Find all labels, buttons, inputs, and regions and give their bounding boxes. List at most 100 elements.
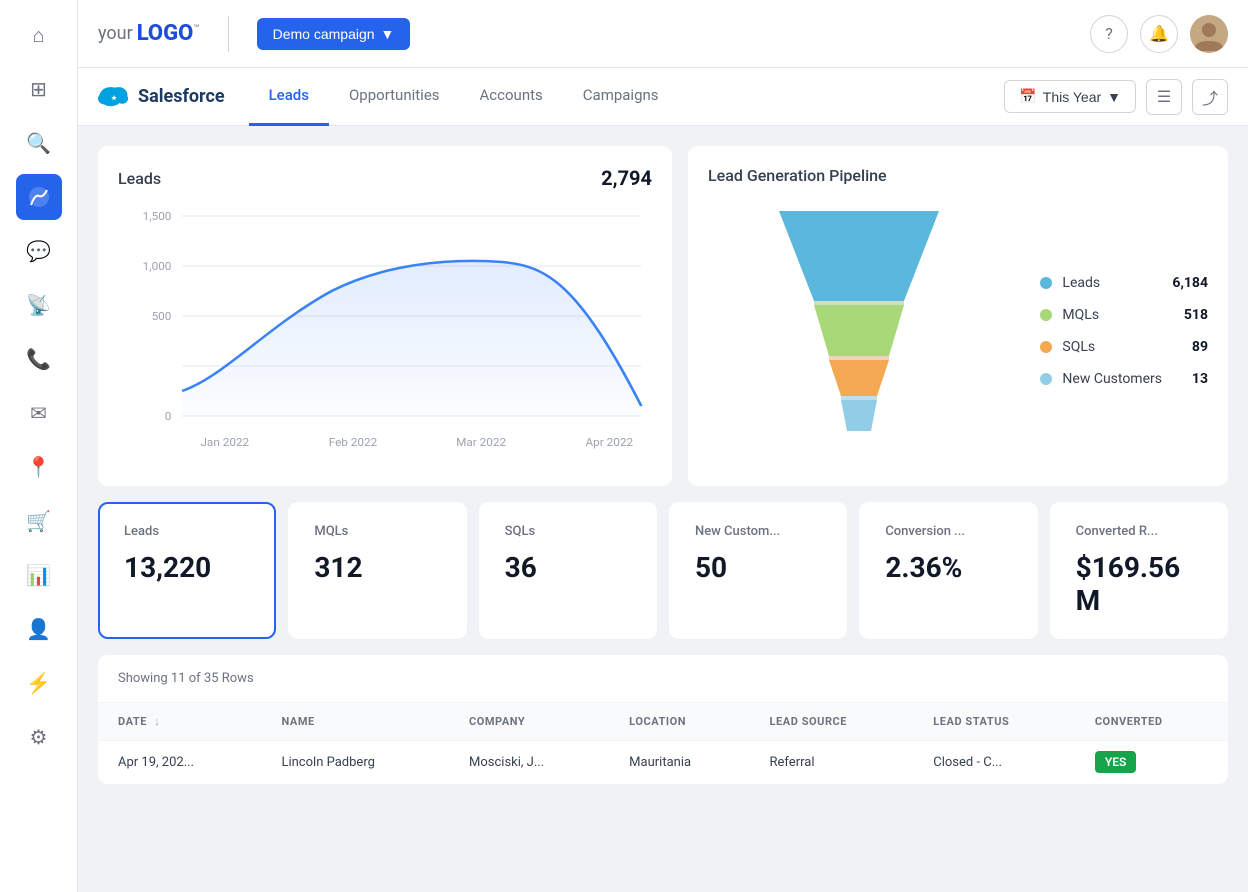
legend-label-mqls: MQLs	[1062, 307, 1173, 323]
stat-card-conversion[interactable]: Conversion ... 2.36%	[859, 502, 1037, 639]
help-icon: ?	[1105, 24, 1113, 43]
svg-text:500: 500	[152, 309, 172, 323]
col-date: DATE ↓	[98, 703, 265, 741]
this-year-button[interactable]: 📅 This Year ▼	[1004, 80, 1136, 113]
col-company: COMPANY	[453, 703, 613, 741]
sidebar-item-plugins[interactable]: ⚡	[16, 660, 62, 706]
sidebar-item-reports[interactable]: 📊	[16, 552, 62, 598]
nav-tabs: ★ Salesforce Leads Opportunities Account…	[78, 68, 1248, 126]
sidebar-item-calls[interactable]: 📞	[16, 336, 62, 382]
svg-text:Jan 2022: Jan 2022	[200, 435, 249, 449]
legend-value-leads: 6,184	[1172, 275, 1208, 291]
stat-label-sqls: SQLs	[505, 524, 631, 539]
legend-label-leads: Leads	[1062, 275, 1162, 291]
stat-value-conversion: 2.36%	[885, 551, 1011, 584]
svg-text:1,000: 1,000	[143, 259, 172, 273]
stat-value-converted-revenue: $169.56 M	[1076, 551, 1202, 617]
salesforce-name: Salesforce	[138, 86, 225, 107]
topbar-divider	[228, 16, 229, 52]
pipeline-card: Lead Generation Pipeline	[688, 146, 1228, 486]
stat-label-conversion: Conversion ...	[885, 524, 1011, 539]
stat-card-converted-revenue[interactable]: Converted R... $169.56 M	[1050, 502, 1228, 639]
leads-table: DATE ↓ NAME COMPANY LOCATION LEAD SOURCE…	[98, 703, 1228, 784]
sidebar-item-analytics[interactable]	[16, 174, 62, 220]
sidebar-item-settings[interactable]: ⚙	[16, 714, 62, 760]
sidebar-item-signals[interactable]: 📡	[16, 282, 62, 328]
col-location: LOCATION	[613, 703, 753, 741]
legend-label-sqls: SQLs	[1062, 339, 1182, 355]
tab-campaigns[interactable]: Campaigns	[563, 68, 679, 126]
sidebar-item-search[interactable]: 🔍	[16, 120, 62, 166]
stat-value-new-customers: 50	[695, 551, 821, 584]
logo-your: your	[98, 23, 133, 44]
chart-view-button[interactable]: ☰	[1146, 79, 1182, 115]
sidebar: ⌂ ⊞ 🔍 💬 📡 📞 ✉ 📍 🛒 📊 👤 ⚡ ⚙	[0, 0, 78, 892]
table-showing-text: Showing 11 of 35 Rows	[98, 655, 1228, 703]
svg-text:0: 0	[165, 409, 172, 423]
topbar: your LOGO™ Demo campaign ▼ ? 🔔	[78, 0, 1248, 68]
logo: your LOGO™	[98, 21, 200, 46]
new-customers-color-dot	[1040, 373, 1052, 385]
funnel-container	[708, 201, 1010, 461]
demo-campaign-button[interactable]: Demo campaign ▼	[257, 18, 411, 50]
sort-icon[interactable]: ↓	[154, 715, 160, 728]
stat-card-new-customers[interactable]: New Custom... 50	[669, 502, 847, 639]
legend-item-new-customers: New Customers 13	[1040, 371, 1208, 387]
tab-leads[interactable]: Leads	[249, 68, 329, 126]
charts-row: Leads 2,794 1,500 1,000 500	[98, 146, 1228, 486]
tab-opportunities[interactable]: Opportunities	[329, 68, 460, 126]
legend-value-new-customers: 13	[1192, 371, 1208, 387]
topbar-right: ? 🔔	[1090, 15, 1228, 53]
svg-text:1,500: 1,500	[143, 209, 172, 223]
table-body: Apr 19, 202... Lincoln Padberg Mosciski,…	[98, 741, 1228, 785]
sidebar-item-location[interactable]: 📍	[16, 444, 62, 490]
svg-text:Apr 2022: Apr 2022	[586, 435, 634, 449]
cell-lead-source: Referral	[754, 741, 918, 785]
cell-converted: YES	[1079, 741, 1228, 785]
table-head: DATE ↓ NAME COMPANY LOCATION LEAD SOURCE…	[98, 703, 1228, 741]
legend-value-mqls: 518	[1184, 307, 1208, 323]
leads-chart-value: 2,794	[601, 166, 652, 190]
funnel-svg	[759, 201, 959, 461]
sidebar-item-users[interactable]: 👤	[16, 606, 62, 652]
svg-text:Mar 2022: Mar 2022	[456, 435, 506, 449]
stat-value-mqls: 312	[314, 551, 440, 584]
col-lead-status: LEAD STATUS	[917, 703, 1079, 741]
tab-accounts[interactable]: Accounts	[460, 68, 563, 126]
legend-item-mqls: MQLs 518	[1040, 307, 1208, 323]
stat-label-new-customers: New Custom...	[695, 524, 821, 539]
sidebar-item-messages[interactable]: 💬	[16, 228, 62, 274]
help-button[interactable]: ?	[1090, 15, 1128, 53]
cell-date: Apr 19, 202...	[98, 741, 265, 785]
stat-card-leads[interactable]: Leads 13,220	[98, 502, 276, 639]
chart-header: Leads 2,794	[118, 166, 652, 190]
bell-icon: 🔔	[1149, 24, 1169, 43]
sidebar-item-email[interactable]: ✉	[16, 390, 62, 436]
sidebar-item-home[interactable]: ⌂	[16, 12, 62, 58]
stat-card-sqls[interactable]: SQLs 36	[479, 502, 657, 639]
leads-line-chart-card: Leads 2,794 1,500 1,000 500	[98, 146, 672, 486]
mqls-color-dot	[1040, 309, 1052, 321]
table-card: Showing 11 of 35 Rows DATE ↓ NAME COMPAN…	[98, 655, 1228, 784]
stat-value-sqls: 36	[505, 551, 631, 584]
sqls-color-dot	[1040, 341, 1052, 353]
leads-chart-title: Leads	[118, 169, 161, 188]
calendar-icon: 📅	[1019, 88, 1036, 105]
sidebar-item-dashboard[interactable]: ⊞	[16, 66, 62, 112]
notification-button[interactable]: 🔔	[1140, 15, 1178, 53]
line-chart-area: 1,500 1,000 500 0 Jan 2022 Feb 2022 Mar …	[118, 206, 652, 466]
stat-card-mqls[interactable]: MQLs 312	[288, 502, 466, 639]
avatar[interactable]	[1190, 15, 1228, 53]
share-button[interactable]: ⤴	[1192, 79, 1228, 115]
cell-name: Lincoln Padberg	[265, 741, 453, 785]
stat-label-converted-revenue: Converted R...	[1076, 524, 1202, 539]
legend-item-leads: Leads 6,184	[1040, 275, 1208, 291]
this-year-label: This Year	[1043, 89, 1101, 105]
sidebar-item-shop[interactable]: 🛒	[16, 498, 62, 544]
cell-lead-status: Closed - C...	[917, 741, 1079, 785]
col-lead-source: LEAD SOURCE	[754, 703, 918, 741]
stat-label-mqls: MQLs	[314, 524, 440, 539]
pipeline-legend: Leads 6,184 MQLs 518 SQLs 89	[1040, 275, 1208, 387]
pipeline-body: Leads 6,184 MQLs 518 SQLs 89	[708, 201, 1208, 461]
share-icon: ⤴	[1202, 85, 1218, 109]
